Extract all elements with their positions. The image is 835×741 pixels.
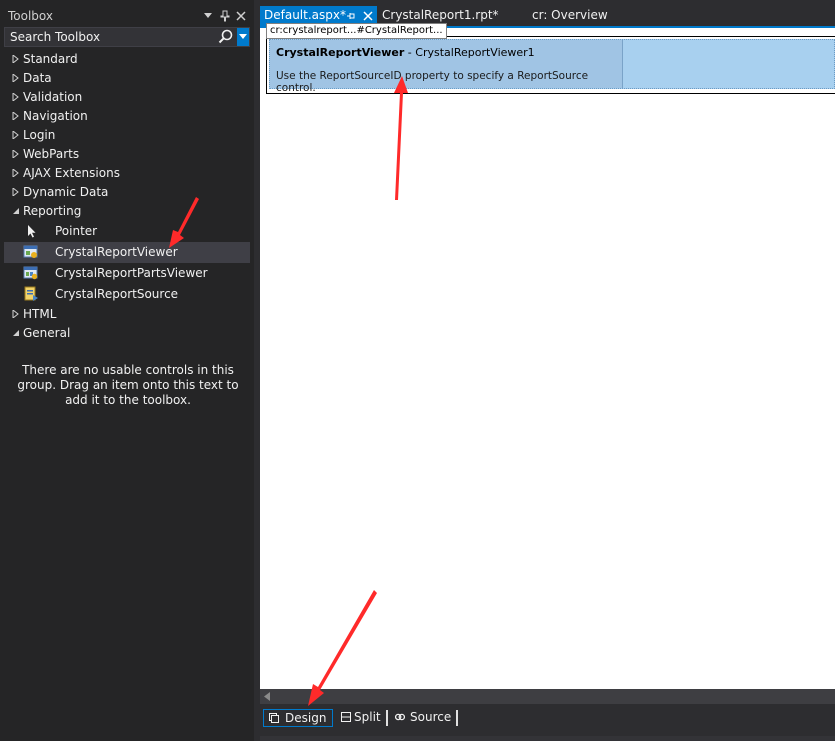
view-separator [386, 710, 388, 726]
group-label: Data [23, 71, 52, 85]
close-icon[interactable] [234, 8, 248, 24]
crystal-report-viewer-control[interactable]: CrystalReportViewer - CrystalReportViewe… [266, 36, 835, 94]
tab-label: cr: Overview [532, 8, 608, 22]
toolbox-group-navigation[interactable]: Navigation [0, 107, 254, 126]
window-position-icon[interactable] [201, 8, 215, 24]
toolbox-group-login[interactable]: Login [0, 126, 254, 145]
crystal-report-source-icon [24, 286, 38, 301]
tab-label: CrystalReport1.rpt* [382, 8, 499, 22]
control-info-panel: CrystalReportViewer - CrystalReportViewe… [270, 40, 623, 94]
item-label: CrystalReportSource [55, 287, 179, 301]
source-view-button[interactable]: Source [390, 709, 452, 727]
toolbox-group-standard[interactable]: Standard [0, 50, 254, 69]
toolbox-group-data[interactable]: Data [0, 69, 254, 88]
toolbox-search-input[interactable]: Search Toolbox [4, 27, 250, 47]
group-label: Validation [23, 90, 83, 104]
source-view-icon [395, 713, 405, 721]
toolbox-group-validation[interactable]: Validation [0, 88, 254, 107]
toolbox-item-crystal-report-source[interactable]: CrystalReportSource [4, 284, 250, 305]
control-hint: Use the ReportSourceID property to speci… [276, 70, 589, 94]
group-label: HTML [23, 307, 57, 321]
toolbox-title: Toolbox [8, 9, 53, 23]
control-id: - CrystalReportViewer1 [404, 46, 535, 59]
split-view-button[interactable]: Split [336, 709, 384, 727]
chevron-expanded-icon [13, 330, 19, 336]
group-label: Dynamic Data [23, 185, 109, 199]
chevron-right-icon [12, 188, 19, 196]
search-icon[interactable] [217, 28, 235, 46]
view-label: Source [410, 710, 452, 724]
toolbox-group-ajax-extensions[interactable]: AJAX Extensions [0, 164, 254, 183]
toolbox-title-bar: Toolbox [0, 6, 254, 26]
chevron-right-icon [12, 112, 19, 120]
view-label: Split [354, 710, 381, 724]
chevron-right-icon [12, 150, 19, 158]
control-type-name: CrystalReportViewer [276, 46, 405, 59]
item-label: Pointer [55, 224, 98, 238]
chevron-right-icon [12, 169, 19, 177]
general-empty-message: There are no usable controls in this gro… [17, 363, 239, 407]
bottom-strip [260, 736, 835, 741]
chevron-expanded-icon [13, 208, 19, 214]
design-surface[interactable]: CrystalReportViewer - CrystalReportViewe… [260, 23, 835, 689]
toolbox-group-reporting[interactable]: Reporting [0, 202, 254, 221]
pin-icon[interactable] [218, 8, 232, 24]
group-label: AJAX Extensions [23, 166, 120, 180]
view-mode-bar: Design Split Source [260, 704, 835, 732]
chevron-right-icon [12, 131, 19, 139]
search-placeholder: Search Toolbox [10, 30, 101, 44]
control-preview: CrystalReportViewer - CrystalReportViewe… [269, 39, 835, 94]
toolbox-panel: Toolbox Search Toolbox Standard Data Val… [0, 0, 254, 741]
crystal-report-viewer-icon [23, 245, 38, 258]
scroll-left-icon[interactable] [264, 692, 270, 701]
close-tab-icon[interactable] [363, 11, 373, 21]
toolbox-item-pointer[interactable]: Pointer [4, 221, 250, 242]
group-label: WebParts [23, 147, 80, 161]
view-separator [456, 710, 458, 726]
group-label: Standard [23, 52, 78, 66]
crystal-report-parts-viewer-icon [23, 266, 38, 280]
search-dropdown-icon[interactable] [237, 28, 249, 46]
group-label: Navigation [23, 109, 88, 123]
chevron-right-icon [12, 93, 19, 101]
pointer-icon [28, 225, 36, 238]
tab-label: Default.aspx* [264, 8, 346, 22]
split-view-icon [341, 712, 351, 722]
tab-cr-overview[interactable]: cr: Overview [528, 6, 618, 26]
chevron-right-icon [12, 55, 19, 63]
view-label: Design [285, 711, 327, 725]
control-title: CrystalReportViewer - CrystalReportViewe… [276, 46, 535, 59]
toolbox-group-html[interactable]: HTML [0, 305, 254, 324]
toolbox-item-crystal-report-parts-viewer[interactable]: CrystalReportPartsViewer [4, 263, 250, 284]
toolbox-group-dynamic-data[interactable]: Dynamic Data [0, 183, 254, 202]
group-label: General [23, 326, 71, 340]
design-view-button[interactable]: Design [263, 709, 333, 727]
toolbox-item-crystal-report-viewer[interactable]: CrystalReportViewer [4, 242, 250, 263]
toolbox-group-webparts[interactable]: WebParts [0, 145, 254, 164]
pin-icon[interactable] [346, 11, 356, 21]
group-label: Login [23, 128, 56, 142]
item-label: CrystalReportPartsViewer [55, 266, 208, 280]
horizontal-scrollbar[interactable] [260, 689, 835, 704]
element-breadcrumb[interactable]: cr:crystalreport...#CrystalReport... [266, 23, 447, 39]
group-label: Reporting [23, 204, 82, 218]
chevron-right-icon [12, 74, 19, 82]
item-label: CrystalReportViewer [55, 245, 178, 259]
chevron-right-icon [12, 310, 19, 318]
design-view-icon [269, 713, 279, 723]
toolbox-group-general[interactable]: General [0, 324, 254, 343]
